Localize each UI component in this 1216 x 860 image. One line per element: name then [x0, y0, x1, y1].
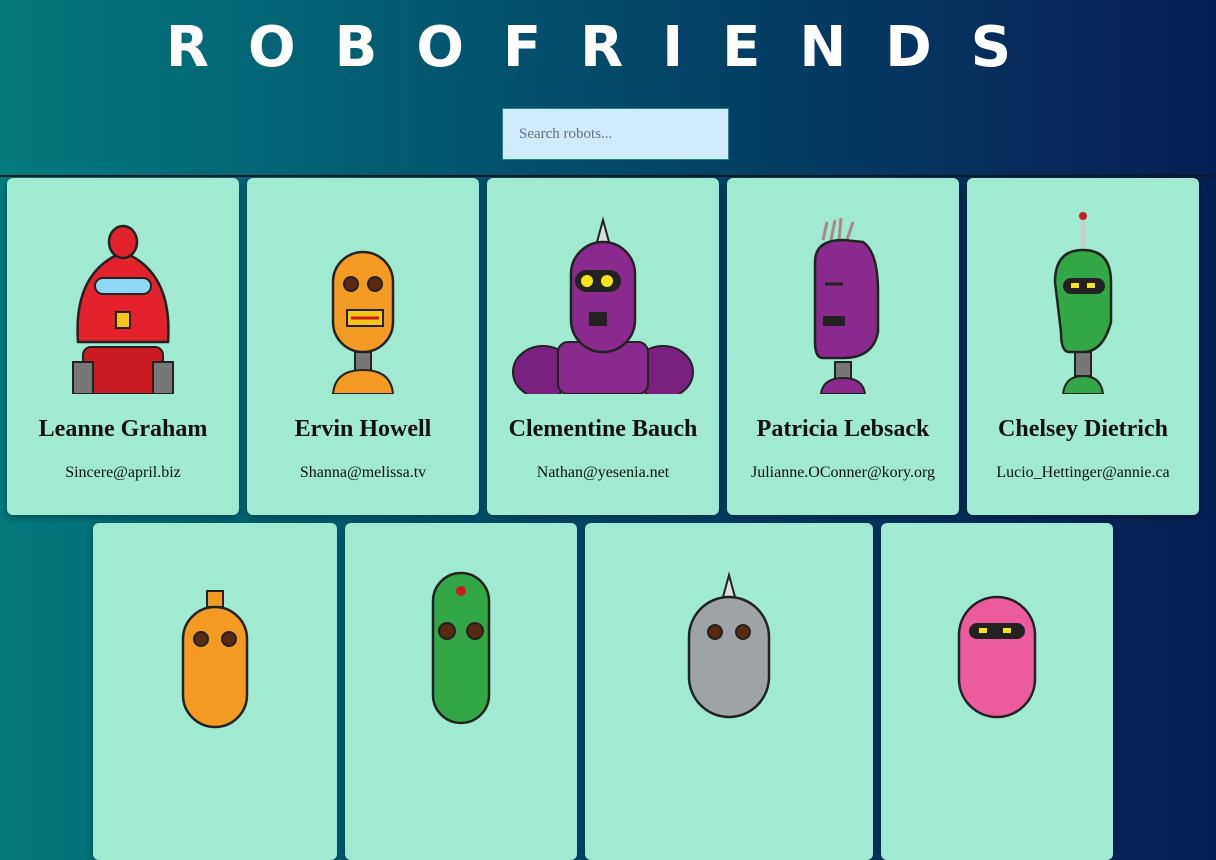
header-divider	[0, 175, 1216, 177]
robot-name: Ervin Howell	[294, 416, 432, 442]
robot-name: Clementine Bauch	[508, 416, 698, 442]
robot-card[interactable]	[93, 523, 337, 860]
robot-card[interactable]	[345, 523, 577, 860]
robot-name: Chelsey Dietrich	[998, 416, 1168, 442]
robot-card[interactable]: Ervin Howell Shanna@melissa.tv	[247, 178, 479, 515]
robot-avatar	[72, 224, 174, 394]
robot-avatar	[957, 595, 1037, 719]
robot-email: Lucio_Hettinger@annie.ca	[996, 464, 1170, 481]
robot-avatar	[813, 217, 880, 394]
robot-email: Julianne.OConner@kory.org	[750, 464, 936, 481]
robot-card[interactable]: Chelsey Dietrich Lucio_Hettinger@annie.c…	[967, 178, 1199, 515]
robot-name: Leanne Graham	[38, 416, 208, 442]
robot-card[interactable]: Clementine Bauch Nathan@yesenia.net	[487, 178, 719, 515]
search-input[interactable]	[502, 108, 729, 160]
robot-name: Patricia Lebsack	[756, 416, 930, 442]
robot-card[interactable]	[585, 523, 873, 860]
robot-avatar	[687, 571, 771, 719]
robot-avatar	[512, 216, 694, 394]
robot-email: Shanna@melissa.tv	[299, 464, 427, 481]
robot-avatar	[181, 590, 249, 729]
robot-card[interactable]	[881, 523, 1113, 860]
robot-avatar	[431, 571, 491, 725]
robot-email: Nathan@yesenia.net	[536, 464, 670, 481]
header: ROBOFRIENDS	[0, 0, 1216, 176]
page-title: ROBOFRIENDS	[165, 15, 1051, 80]
robot-card[interactable]: Patricia Lebsack Julianne.OConner@kory.o…	[727, 178, 959, 515]
robot-email: Sincere@april.biz	[65, 464, 181, 481]
robot-avatar	[331, 250, 395, 394]
robot-card[interactable]: Leanne Graham Sincere@april.biz	[7, 178, 239, 515]
robot-avatar	[1053, 212, 1113, 394]
